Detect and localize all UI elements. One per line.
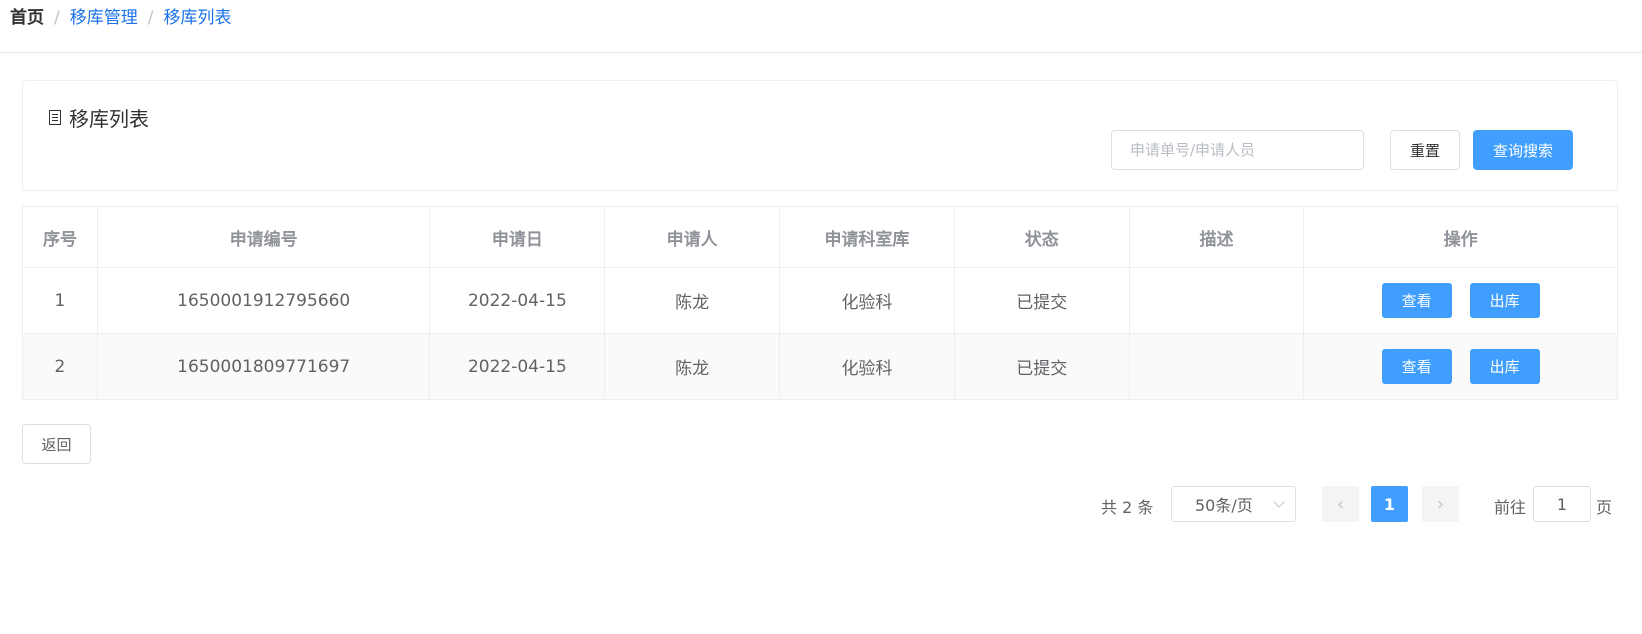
breadcrumb-level2[interactable]: 移库列表	[163, 8, 231, 28]
cell-dept: 化验科	[780, 334, 955, 399]
pagination-total: 共 2 条	[1101, 498, 1154, 517]
search-button[interactable]: 查询搜索	[1473, 130, 1573, 170]
cell-index: 2	[23, 334, 98, 399]
view-button[interactable]: 查看	[1381, 349, 1452, 384]
breadcrumb-separator: /	[54, 8, 60, 28]
cell-actions: 查看 出库	[1304, 334, 1617, 399]
column-header-status: 状态	[955, 207, 1130, 267]
column-header-dept: 申请科室库	[780, 207, 955, 267]
cell-code: 1650001809771697	[98, 334, 431, 399]
card-title-text: 移库列表	[69, 107, 149, 131]
cell-desc	[1130, 268, 1305, 333]
cell-date: 2022-04-15	[430, 268, 606, 333]
document-icon	[49, 110, 61, 125]
column-header-index: 序号	[23, 207, 98, 267]
cell-code: 1650001912795660	[98, 268, 431, 333]
breadcrumb-separator: /	[147, 8, 154, 28]
cell-status: 已提交	[955, 268, 1130, 333]
pagination-goto-input[interactable]	[1533, 486, 1591, 522]
breadcrumb: 首页 / 移库管理 / 移库列表	[10, 6, 231, 30]
card-title: 移库列表	[49, 103, 149, 132]
cell-status: 已提交	[955, 334, 1130, 399]
page-size-select[interactable]: 50条/页	[1171, 486, 1296, 522]
view-button[interactable]: 查看	[1381, 283, 1452, 318]
table-row: 1 1650001912795660 2022-04-15 陈龙 化验科 已提交…	[23, 268, 1617, 334]
stock-out-button[interactable]: 出库	[1469, 283, 1540, 318]
cell-dept: 化验科	[780, 268, 955, 333]
header-divider	[0, 52, 1642, 53]
pagination-page-1[interactable]: 1	[1371, 486, 1408, 522]
transfer-table: 序号 申请编号 申请日 申请人 申请科室库 状态 描述 操作 1 1650001…	[22, 206, 1618, 400]
cell-actions: 查看 出库	[1304, 268, 1617, 333]
column-header-date: 申请日	[430, 207, 606, 267]
pagination-goto-label: 前往	[1494, 498, 1527, 517]
column-header-applicant: 申请人	[605, 207, 781, 267]
stock-out-button[interactable]: 出库	[1469, 349, 1540, 384]
cell-desc	[1130, 334, 1305, 399]
chevron-left-icon[interactable]: ‹	[1322, 486, 1359, 522]
chevron-down-icon	[1273, 496, 1285, 508]
search-input[interactable]	[1111, 130, 1364, 170]
cell-applicant: 陈龙	[605, 334, 781, 399]
table-header-row: 序号 申请编号 申请日 申请人 申请科室库 状态 描述 操作	[23, 207, 1617, 268]
cell-applicant: 陈龙	[605, 268, 781, 333]
reset-button[interactable]: 重置	[1390, 130, 1460, 170]
cell-date: 2022-04-15	[430, 334, 606, 399]
search-card: 移库列表	[22, 80, 1618, 191]
pagination-page-suffix: 页	[1596, 498, 1613, 517]
back-button[interactable]: 返回	[22, 424, 91, 464]
table-row: 2 1650001809771697 2022-04-15 陈龙 化验科 已提交…	[23, 334, 1617, 399]
breadcrumb-level1[interactable]: 移库管理	[70, 8, 138, 28]
page-size-value: 50条/页	[1195, 496, 1253, 515]
chevron-right-icon[interactable]: ›	[1422, 486, 1459, 522]
breadcrumb-home[interactable]: 首页	[10, 8, 44, 28]
column-header-actions: 操作	[1443, 229, 1478, 250]
column-header-code: 申请编号	[98, 207, 431, 267]
cell-index: 1	[23, 268, 98, 333]
column-header-desc: 描述	[1130, 207, 1305, 267]
